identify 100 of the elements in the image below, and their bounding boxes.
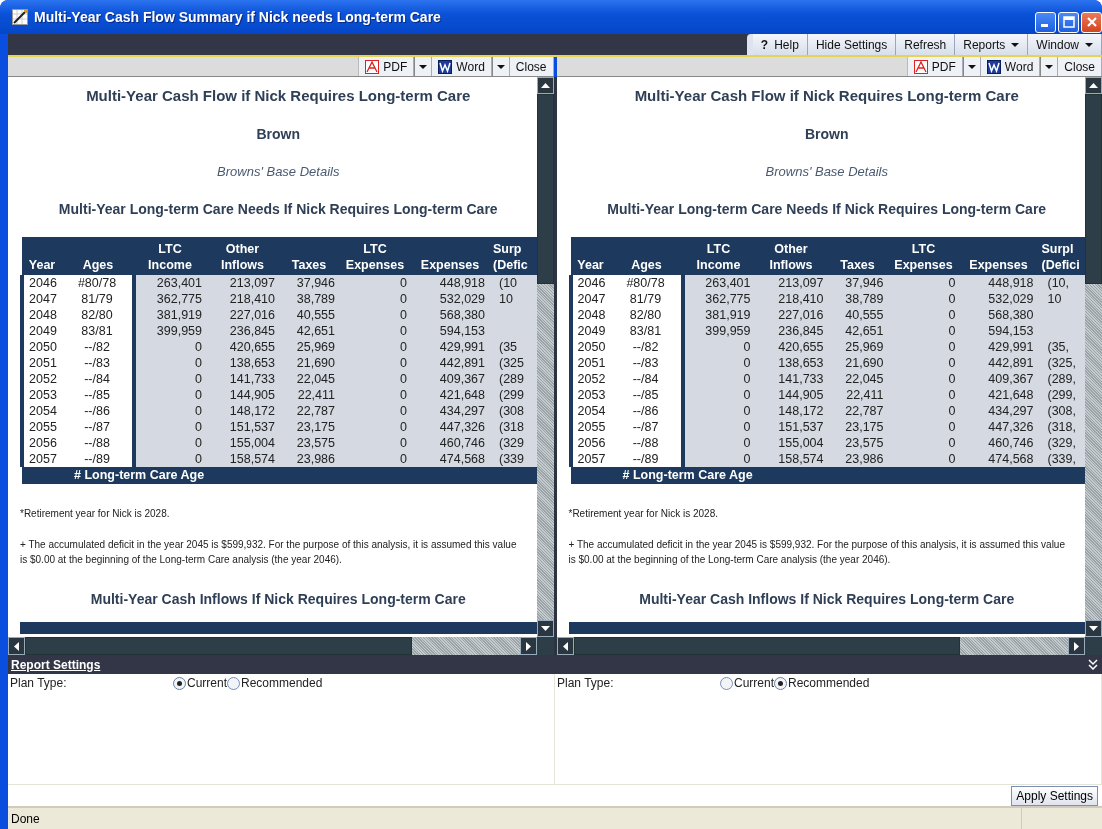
table-cell: 138,653: [778, 356, 824, 370]
radio-button[interactable]: [173, 676, 186, 690]
radio-button[interactable]: [774, 676, 787, 690]
table-cell: --/86: [632, 404, 659, 418]
table-cell: (308,: [1047, 404, 1076, 418]
close-report-button[interactable]: Close: [1058, 57, 1102, 76]
table-cell: 155,004: [778, 436, 824, 450]
scroll-right-button[interactable]: [1068, 637, 1085, 655]
table-cell: 0: [195, 452, 202, 466]
table-cell: 22,787: [845, 404, 884, 418]
table-cell: 141,733: [229, 372, 275, 386]
table-cell: 0: [948, 452, 956, 466]
section-title: Multi-Year Cash Inflows If Nick Requires Long-term Care: [638, 591, 1016, 607]
table-cell: 0: [195, 404, 202, 418]
scroll-left-button[interactable]: [8, 637, 25, 655]
table-cell: 568,380: [988, 308, 1034, 322]
close-report-button[interactable]: Close: [509, 57, 554, 76]
status-text: Done: [10, 811, 41, 826]
scroll-down-button[interactable]: [1085, 620, 1102, 637]
table-cell: (325: [499, 356, 525, 370]
radio-label[interactable]: Current: [187, 676, 227, 690]
minimize-button[interactable]: [1035, 11, 1056, 33]
column-header: (Defic: [489, 257, 537, 275]
window-title: Multi-Year Cash Flow Summary if Nick needs Long-term Care: [34, 9, 442, 25]
apply-settings-button[interactable]: Apply Settings: [1011, 786, 1098, 806]
word-export-button[interactable]: Word: [432, 57, 492, 76]
table-cell: (10: [499, 276, 518, 290]
table-cell: 2057: [29, 452, 57, 466]
table-cell: 40,555: [296, 308, 335, 322]
table-cell: 2049: [577, 324, 606, 338]
pdf-export-button[interactable]: PDF: [359, 57, 415, 76]
footnote-text: + The accumulated deficit in the year 2045 is $599,932. For the purpose of this analysis, it is assumed this value is $0.00 at the beginning of the Long-term Care analysis (the year 2046).: [20, 538, 518, 567]
table-cell: 0: [400, 388, 407, 402]
table-cell: 0: [948, 356, 956, 370]
scroll-up-button[interactable]: [1085, 77, 1102, 94]
table-cell: 158,574: [229, 452, 275, 466]
table-cell: 83/81: [629, 324, 662, 338]
column-header: Income: [134, 257, 206, 275]
table-cell: --/82: [632, 340, 659, 354]
radio-button[interactable]: [720, 676, 733, 690]
column-header: Other: [754, 237, 828, 257]
table-cell: --/85: [632, 388, 659, 402]
column-header: Year: [570, 237, 611, 275]
radio-label[interactable]: Recommended: [788, 676, 870, 690]
table-cell: 0: [195, 340, 202, 354]
table-cell: 362,775: [705, 292, 751, 306]
table-cell: 381,919: [156, 308, 202, 322]
table-cell: 381,919: [705, 308, 751, 322]
table-cell: 227,016: [778, 308, 824, 322]
menu-dropdown-button[interactable]: Reports: [955, 34, 1029, 55]
table-cell: 37,946: [845, 276, 884, 290]
word-export-button[interactable]: Word: [980, 57, 1041, 76]
table-cell: 213,097: [778, 276, 824, 290]
table-cell: 0: [400, 308, 407, 322]
dropdown-button[interactable]: [1040, 57, 1059, 76]
radio-label[interactable]: Current: [734, 676, 774, 690]
horizontal-scrollbar[interactable]: [556, 637, 1085, 655]
table-cell: 37,946: [296, 276, 335, 290]
column-header: Inflows: [754, 257, 828, 275]
scroll-left-button[interactable]: [556, 637, 574, 655]
table-cell: 429,991: [988, 340, 1034, 354]
table-cell: 236,845: [229, 324, 275, 338]
table-cell: 0: [948, 340, 956, 354]
table-cell: 22,045: [845, 372, 884, 386]
menu-button[interactable]: ? Help: [752, 34, 808, 55]
close-icon: [1085, 16, 1098, 28]
column-header: LTC: [134, 237, 206, 257]
field-label: Plan Type:: [10, 676, 68, 690]
table-cell: (299: [499, 388, 525, 402]
table-cell: 218,410: [778, 292, 824, 306]
horizontal-scrollbar[interactable]: [8, 637, 537, 655]
table-footnote: # Long-term Care Age: [622, 468, 753, 482]
up-arrow-icon: [1089, 83, 1098, 88]
table-cell: --/89: [84, 452, 110, 466]
table-cell: --/87: [632, 420, 659, 434]
left-arrow-icon: [14, 641, 19, 651]
column-header: Ages: [610, 237, 683, 275]
pdf-export-button[interactable]: PDF: [907, 57, 963, 76]
client-name: Brown: [255, 126, 302, 142]
table-cell: 362,775: [156, 292, 202, 306]
menu-button[interactable]: Refresh: [896, 34, 956, 55]
menu-button[interactable]: Hide Settings: [807, 34, 897, 55]
table-cell: 0: [400, 452, 407, 466]
close-button[interactable]: [1081, 11, 1102, 33]
table-cell: 448,918: [439, 276, 485, 290]
table-cell: 10: [1047, 292, 1062, 306]
scrollbar-thumb[interactable]: [573, 637, 960, 655]
scrollbar-thumb[interactable]: [25, 637, 412, 655]
footnote-text: + The accumulated deficit in the year 2045 is $599,932. For the purpose of this analysis, it is assumed this value is $0.00 at the beginning of the Long-term Care analysis (the year 2046).: [568, 538, 1066, 567]
table-cell: #80/78: [626, 276, 665, 290]
table-cell: 0: [195, 356, 202, 370]
radio-button[interactable]: [227, 676, 240, 690]
radio-label[interactable]: Recommended: [241, 676, 323, 690]
maximize-button[interactable]: [1058, 11, 1079, 33]
report-settings-link[interactable]: Report Settings: [11, 657, 101, 672]
dropdown-button[interactable]: [414, 57, 433, 76]
section-title: Multi-Year Long-term Care Needs If Nick Requires Long-term Care: [57, 201, 499, 217]
vertical-scrollbar[interactable]: [1085, 77, 1102, 637]
scrollbar-thumb[interactable]: [1085, 94, 1102, 284]
menu-dropdown-button[interactable]: Window: [1028, 34, 1102, 55]
